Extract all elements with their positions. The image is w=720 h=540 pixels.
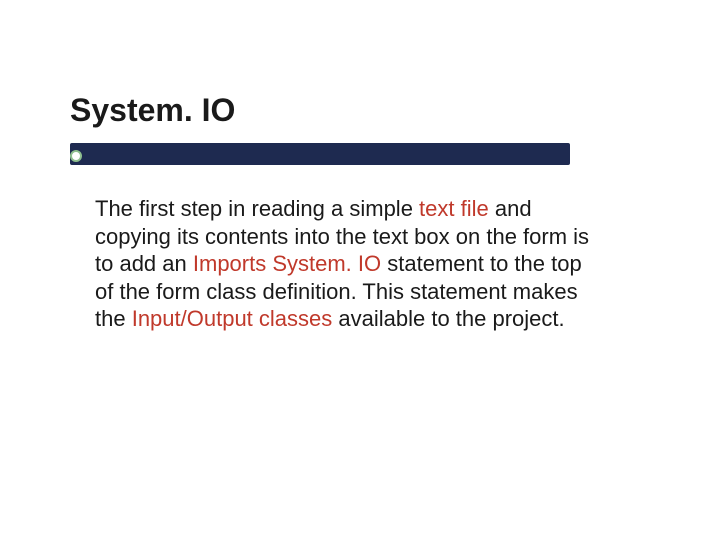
highlight-imports-system-io: Imports System. IO [193, 251, 381, 276]
bullet-icon [70, 150, 82, 162]
title-underline-bar [70, 143, 570, 165]
highlight-input-output-classes: Input/Output classes [132, 306, 333, 331]
highlight-text-file: text file [419, 196, 489, 221]
slide-body: The first step in reading a simple text … [95, 195, 605, 333]
body-segment: available to the project. [332, 306, 564, 331]
slide: System. IO The first step in reading a s… [0, 0, 720, 540]
body-segment: The first step in reading a simple [95, 196, 419, 221]
slide-title: System. IO [70, 92, 235, 129]
